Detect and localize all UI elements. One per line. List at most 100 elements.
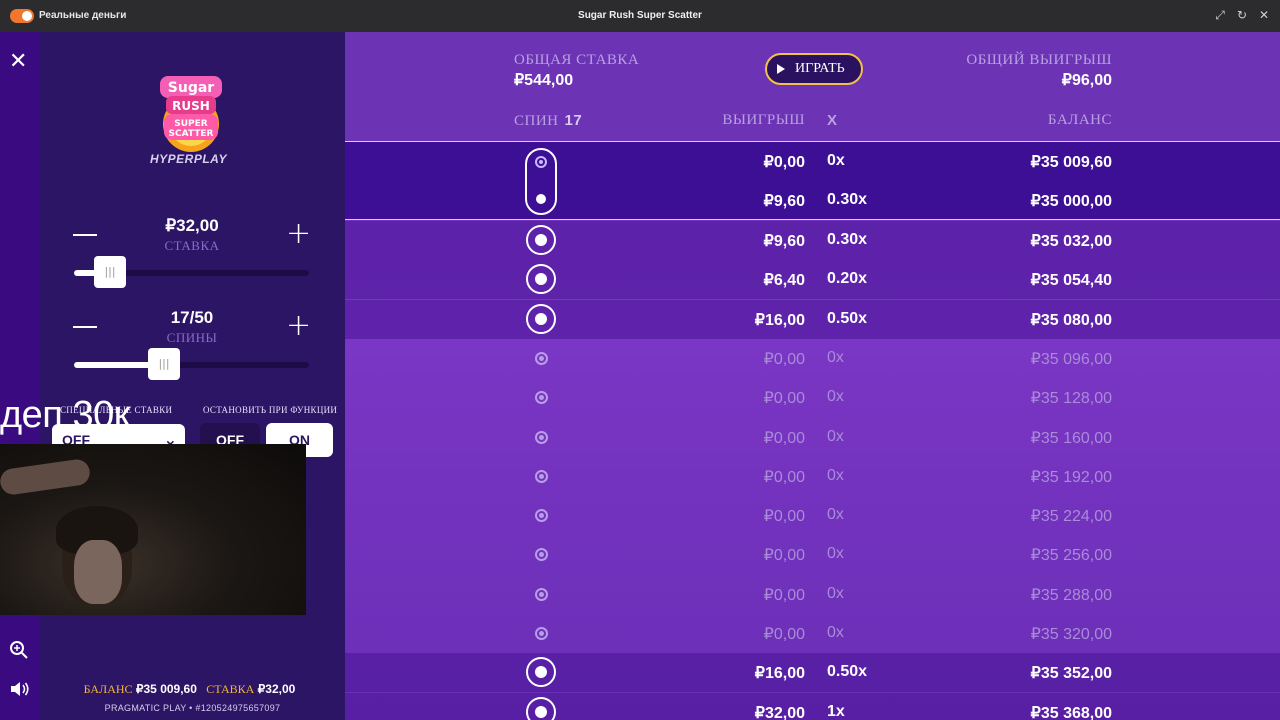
spin-marker[interactable] (526, 657, 556, 687)
spin-marker[interactable] (526, 697, 556, 720)
spin-marker[interactable] (535, 470, 548, 483)
bet-increase-button[interactable]: + (286, 219, 311, 249)
hyperplay-label: HYPERPLAY (150, 152, 227, 166)
table-row[interactable]: ₽9,60 0.30x ₽35 000,00 (345, 181, 1280, 220)
summary-header (345, 32, 1280, 140)
bet-value: ₽32,00 (165, 216, 219, 235)
spin-marker[interactable] (535, 509, 548, 522)
spins-caption: СПИНЫ (166, 330, 218, 345)
spin-marker[interactable] (535, 548, 548, 561)
row-balance: ₽35 009,60 (1030, 154, 1112, 171)
stop-on-feature-label: ОСТАНОВИТЬ ПРИ ФУНКЦИИ (203, 405, 338, 415)
stake-value: ₽32,00 (257, 682, 296, 696)
spin-marker[interactable] (535, 627, 548, 640)
table-row[interactable]: ₽16,00 0.50x ₽35 080,00 (345, 300, 1280, 339)
play-icon (777, 64, 785, 74)
balance-label: БАЛАНС (83, 682, 133, 696)
row-win: ₽0,00 (763, 626, 805, 643)
table-row[interactable]: ₽0,00 0x ₽35 160,00 (345, 418, 1280, 457)
spins-increase-button[interactable]: + (286, 311, 311, 341)
row-balance: ₽35 000,00 (1030, 193, 1112, 210)
spin-marker[interactable] (535, 588, 548, 601)
mult-column-header: X (827, 112, 838, 129)
row-win: ₽16,00 (754, 312, 805, 329)
table-row[interactable]: ₽0,00 0x ₽35 256,00 (345, 535, 1280, 574)
webcam-feed (0, 444, 306, 615)
play-button[interactable]: ИГРАТЬ (765, 53, 863, 85)
row-mult: 0x (827, 388, 844, 405)
stream-overlay-text: деп 30к (0, 394, 130, 436)
row-mult: 0.50x (827, 310, 868, 327)
table-row[interactable]: ₽32,00 1x ₽35 368,00 (345, 693, 1280, 720)
row-mult: 0.30x (827, 191, 868, 208)
balance-column-header: БАЛАНС (1047, 112, 1112, 128)
row-mult: 0x (827, 152, 845, 169)
expand-icon[interactable]: ⤢ (1214, 8, 1226, 22)
row-balance: ₽35 054,40 (1030, 272, 1112, 289)
spins-slider[interactable] (74, 362, 309, 368)
row-mult: 0x (827, 585, 844, 602)
close-icon[interactable]: ✕ (1258, 8, 1270, 22)
close-panel-icon[interactable]: ✕ (9, 51, 29, 73)
row-win: ₽0,00 (763, 430, 805, 447)
spins-decrease-button[interactable] (73, 326, 97, 328)
table-row[interactable]: ₽0,00 0x ₽35 320,00 (345, 614, 1280, 653)
refresh-icon[interactable]: ↻ (1236, 8, 1248, 22)
table-row[interactable]: ₽9,60 0.30x ₽35 032,00 (345, 221, 1280, 260)
spin-marker[interactable] (535, 431, 548, 444)
play-label: ИГРАТЬ (795, 61, 845, 76)
row-mult: 0.50x (827, 663, 868, 680)
win-column-header: ВЫИГРЫШ (722, 112, 805, 128)
provider-footer: PRAGMATIC PLAY • #120524975657097 (104, 703, 281, 713)
table-row[interactable]: ₽0,00 0x ₽35 128,00 (345, 378, 1280, 417)
svg-text:SCATTER: SCATTER (169, 129, 214, 139)
spin-history-panel: ОБЩАЯ СТАВКА ₽544,00 ИГРАТЬ ОБЩИЙ ВЫИГРЫ… (345, 32, 1280, 720)
balance-value: ₽35 009,60 (135, 682, 197, 696)
row-win: ₽32,00 (754, 705, 805, 720)
stake-label: СТАВКА (206, 682, 255, 696)
zoom-in-icon[interactable] (9, 640, 29, 660)
table-row[interactable]: ₽0,00 0x ₽35 009,60 (345, 142, 1280, 181)
table-row[interactable]: ₽6,40 0.20x ₽35 054,40 (345, 260, 1280, 299)
row-mult: 0x (827, 506, 844, 523)
row-mult: 1x (827, 703, 845, 720)
total-bet-value: ₽544,00 (514, 72, 574, 89)
row-mult: 0x (827, 349, 844, 366)
left-strip (0, 32, 40, 720)
row-balance: ₽35 256,00 (1030, 547, 1112, 564)
table-row[interactable]: ₽16,00 0.50x ₽35 352,00 (345, 653, 1280, 692)
game-logo: Sugar RUSH SUPER SCATTER (160, 76, 222, 152)
row-win: ₽6,40 (763, 272, 805, 289)
spin-marker[interactable] (526, 225, 556, 255)
table-row[interactable]: ₽0,00 0x ₽35 224,00 (345, 496, 1280, 535)
row-win: ₽0,00 (763, 587, 805, 604)
row-balance: ₽35 224,00 (1030, 508, 1112, 525)
row-balance: ₽35 352,00 (1030, 665, 1112, 682)
spin-marker[interactable] (526, 264, 556, 294)
bet-decrease-button[interactable] (73, 234, 97, 236)
window-title: Sugar Rush Super Scatter (578, 10, 702, 21)
spin-marker[interactable] (526, 304, 556, 334)
spin-header-label: СПИН (514, 113, 559, 129)
table-row[interactable]: ₽0,00 0x ₽35 192,00 (345, 457, 1280, 496)
bet-slider-thumb[interactable]: ||| (94, 256, 126, 288)
row-win: ₽16,00 (754, 665, 805, 682)
spin-marker[interactable] (535, 352, 548, 365)
row-balance: ₽35 160,00 (1030, 430, 1112, 447)
spin-column-header: СПИН 17 (514, 112, 582, 130)
svg-text:SUPER: SUPER (174, 119, 208, 129)
sound-icon[interactable] (9, 680, 31, 698)
spins-slider-thumb[interactable]: ||| (148, 348, 180, 380)
table-row[interactable]: ₽0,00 0x ₽35 096,00 (345, 339, 1280, 378)
row-win: ₽9,60 (763, 193, 805, 210)
row-balance: ₽35 288,00 (1030, 587, 1112, 604)
status-line: БАЛАНС ₽35 009,60 СТАВКА ₽32,00 (40, 682, 345, 697)
table-row[interactable]: ₽0,00 0x ₽35 288,00 (345, 575, 1280, 614)
title-bar: Реальные деньги Sugar Rush Super Scatter… (0, 0, 1280, 32)
row-mult: 0.20x (827, 270, 868, 287)
row-win: ₽0,00 (763, 547, 805, 564)
spins-slider-fill (74, 362, 154, 368)
row-balance: ₽35 128,00 (1030, 390, 1112, 407)
total-win-value: ₽96,00 (1061, 72, 1112, 89)
spin-marker[interactable] (535, 391, 548, 404)
